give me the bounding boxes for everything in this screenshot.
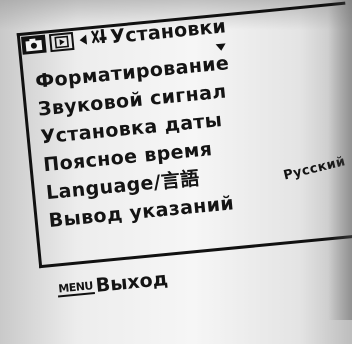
camera-icon[interactable] [21,34,47,55]
exit-label[interactable]: Выход [95,268,169,297]
arrow-left-icon[interactable] [79,34,88,46]
settings-list: Форматирование Звуковой сигнал Установка… [34,39,349,235]
camera-screen: Установки Форматирование Звуковой сигнал… [8,0,352,344]
setup-icon[interactable] [89,27,109,51]
menu-footer: MENU Выход [56,268,169,301]
menu-key[interactable]: MENU [56,278,95,298]
playback-icon[interactable] [48,31,75,53]
bezel-shadow [328,0,352,320]
